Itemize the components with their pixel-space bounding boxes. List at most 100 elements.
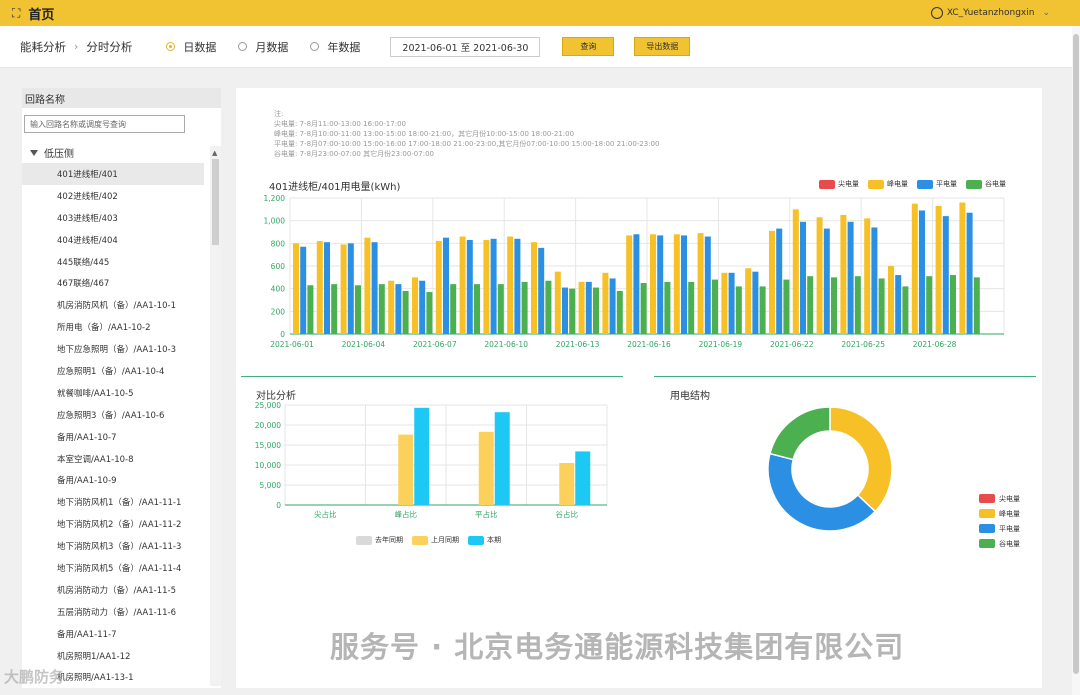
bar-平电量 [776, 228, 783, 334]
bar-谷电量 [378, 284, 385, 334]
tree-item[interactable]: 机房消防风机（备）/AA1-10-1 [22, 294, 204, 316]
bar-谷电量 [807, 276, 814, 334]
bar-谷电量 [783, 279, 790, 334]
home-tab[interactable]: 首页 [28, 4, 54, 23]
circuit-search-input[interactable]: 输入回路名称或调度号查询 [24, 115, 185, 133]
x-tick-label: 峰占比 [395, 509, 418, 519]
x-tick-label: 2021-06-10 [484, 340, 528, 349]
radio-day[interactable]: 日数据 [166, 39, 216, 55]
legend-swatch [468, 535, 484, 545]
expand-icon[interactable]: ⛶ [12, 6, 20, 21]
bar-平电量 [966, 212, 973, 334]
bar-峰电量 [650, 234, 656, 334]
structure-panel: 用电结构 尖电量 峰电量 平电量 谷电量 [654, 376, 1036, 556]
bar-峰电量 [792, 209, 799, 334]
bar-谷电量 [474, 284, 480, 334]
bar-峰电量 [483, 239, 490, 334]
bar-平电量 [633, 234, 640, 334]
tree-item[interactable]: 所用电（备）/AA1-10-2 [22, 316, 204, 338]
tree-item[interactable]: 467联络/467 [22, 272, 204, 294]
bar-谷电量 [759, 286, 766, 334]
query-button[interactable]: 查询 [562, 37, 615, 56]
legend-item[interactable]: 平电量 [979, 521, 1020, 536]
tree-item[interactable]: 地下应急照明（备）/AA1-10-3 [22, 338, 204, 360]
tree-item[interactable]: 地下消防风机2（备）/AA1-11-2 [22, 513, 204, 535]
bar-谷电量 [545, 280, 552, 334]
legend-label: 上月同期 [431, 536, 459, 544]
donut-slice-峰电量 [829, 406, 893, 513]
bar-平电量 [919, 210, 925, 334]
legend-label: 本期 [487, 536, 501, 544]
bar-谷电量 [831, 277, 837, 334]
tree-item[interactable]: 备用/AA1-11-7 [22, 623, 204, 645]
bar-峰电量 [697, 233, 704, 334]
scroll-up-icon[interactable]: ▲ [212, 149, 217, 157]
page-scrollbar[interactable] [1072, 26, 1080, 695]
bar-平电量 [752, 271, 759, 334]
tree-item[interactable]: 五层消防动力（备）/AA1-11-6 [22, 601, 204, 623]
daily-usage-chart: 0 200 400 600 800 1,000 1,200 2021-06-01 2021-06… [264, 194, 1005, 349]
tree-item[interactable]: 401进线柜/401 [22, 163, 204, 185]
legend-label: 峰电量 [999, 509, 1020, 518]
tree-item[interactable]: 应急照明1（备）/AA1-10-4 [22, 360, 204, 382]
bar-峰电量 [864, 218, 871, 334]
legend-item[interactable]: 尖电量 [979, 491, 1020, 506]
legend-item[interactable]: 本期 [468, 535, 501, 545]
tree-item[interactable]: 地下消防风机3（备）/AA1-11-3 [22, 535, 204, 557]
user-menu[interactable]: XC_Yuetanzhongxin ⌄ [930, 0, 1050, 26]
bar-峰电量 [578, 281, 585, 334]
caret-down-icon[interactable] [30, 149, 38, 156]
tree-item[interactable]: 404进线柜/404 [22, 229, 204, 251]
page-scrollbar-thumb[interactable] [1073, 34, 1079, 674]
tree-item[interactable]: 应急照明3（备）/AA1-10-6 [22, 404, 204, 426]
legend-swatch [412, 535, 428, 545]
compare-panel: 对比分析 0 5,000 10,000 15,000 20,000 25,000 尖占比 峰占… [241, 376, 623, 556]
tree-item[interactable]: 机房消防动力（备）/AA1-11-5 [22, 579, 204, 601]
y-tick-label: 1,200 [264, 194, 286, 203]
breadcrumb-parent[interactable]: 能耗分析 [20, 39, 66, 55]
main-content: 注: 尖电量: 7-8月11:00-13:00 16:00-17:00 峰电量:… [236, 88, 1042, 688]
tree-item[interactable]: 本室空调/AA1-10-8 [22, 448, 204, 470]
radio-label: 月数据 [255, 40, 289, 54]
sidebar-scrollbar-thumb[interactable] [212, 159, 219, 245]
tree-item[interactable]: 地下消防风机1（备）/AA1-11-1 [22, 491, 204, 513]
radio-year[interactable]: 年数据 [310, 39, 360, 55]
notes-line: 峰电量: 7-8月10:00-11:00 13:00-15:00 18:00-2… [274, 130, 575, 138]
sidebar-scrollbar[interactable]: ▲ [210, 146, 221, 686]
legend-item[interactable]: 峰电量 [979, 506, 1020, 521]
bar-平电量 [347, 243, 354, 334]
bar-峰电量 [459, 236, 466, 334]
legend-item[interactable]: 谷电量 [979, 536, 1020, 551]
radio-dot [310, 42, 320, 51]
bar-平电量 [514, 238, 521, 334]
tree-item[interactable]: 备用/AA1-10-7 [22, 426, 204, 448]
x-tick-label: 2021-06-28 [913, 340, 957, 349]
radio-label: 日数据 [183, 40, 217, 54]
x-tick-label: 2021-06-01 [270, 340, 314, 349]
tree-item[interactable]: 就餐咖啡/AA1-10-5 [22, 382, 204, 404]
legend-item[interactable]: 去年同期 [356, 535, 403, 545]
tree-item[interactable]: 机房照明1/AA1-12 [22, 645, 204, 667]
bar-上月同期 [478, 431, 494, 505]
date-range-input[interactable]: 2021-06-01 至 2021-06-30 [390, 36, 541, 57]
legend-item[interactable]: 上月同期 [412, 535, 459, 545]
tree-item[interactable]: 备用/AA1-10-9 [22, 469, 204, 491]
bar-平电量 [823, 228, 830, 334]
bar-本期 [575, 451, 591, 505]
x-tick-label: 2021-06-07 [413, 340, 457, 349]
radio-month[interactable]: 月数据 [238, 39, 288, 55]
legend-label: 尖电量 [999, 494, 1020, 503]
circuit-sidebar: 回路名称 输入回路名称或调度号查询 低压侧 401进线柜/401 402进线柜/4… [22, 88, 221, 688]
tree-item[interactable]: 地下消防风机5（备）/AA1-11-4 [22, 557, 204, 579]
tree-root-node[interactable]: 低压侧 [22, 145, 221, 160]
tree-item[interactable]: 403进线柜/403 [22, 207, 204, 229]
bar-谷电量 [402, 290, 409, 334]
bar-谷电量 [973, 277, 980, 334]
tree-item[interactable]: 445联络/445 [22, 251, 204, 273]
bar-谷电量 [307, 285, 314, 334]
y-tick-label: 25,000 [255, 401, 281, 410]
export-button[interactable]: 导出数据 [634, 37, 691, 56]
bar-上月同期 [398, 434, 414, 505]
chevron-down-icon: ⌄ [1042, 8, 1050, 18]
tree-item[interactable]: 402进线柜/402 [22, 185, 204, 207]
